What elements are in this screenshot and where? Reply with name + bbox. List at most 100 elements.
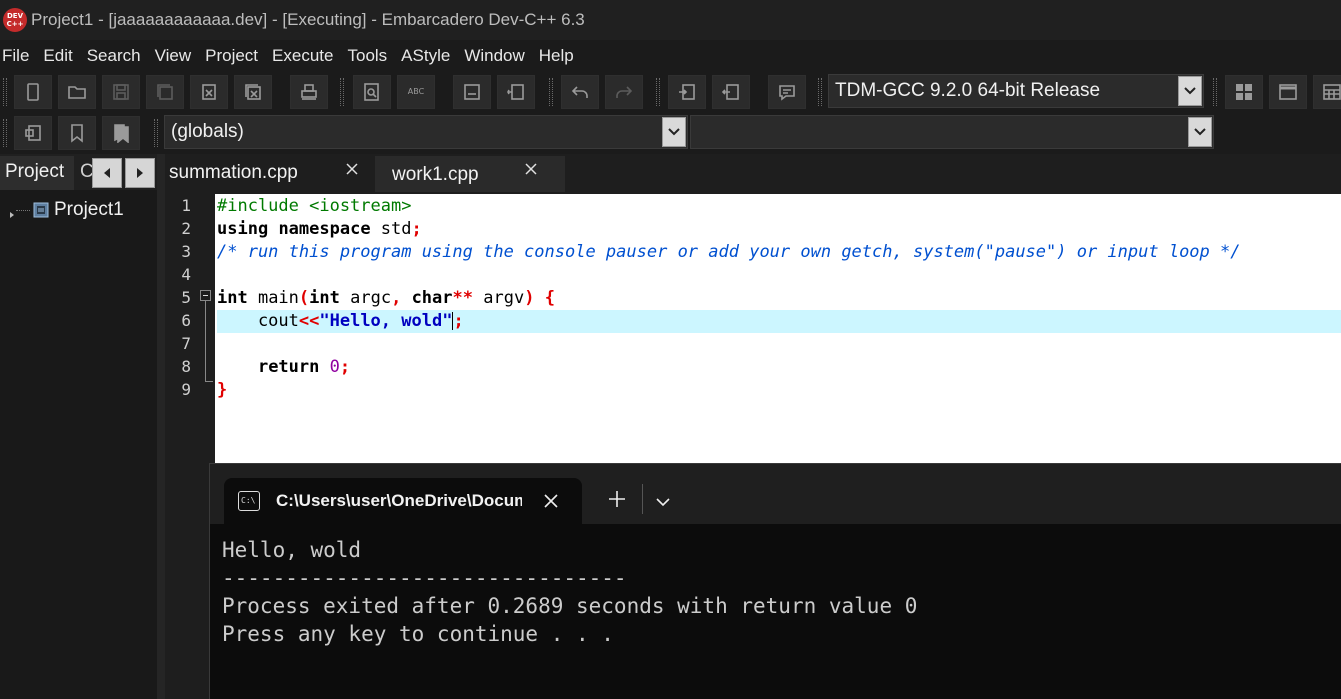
toolbar-grip[interactable] bbox=[656, 78, 660, 106]
maximize-editor-button[interactable] bbox=[1269, 75, 1307, 109]
code-line: #include <iostream> bbox=[217, 196, 412, 216]
bookmarks-icon bbox=[114, 124, 129, 143]
menu-help[interactable]: Help bbox=[539, 46, 574, 66]
tab-work1-cpp[interactable]: work1.cpp bbox=[375, 156, 565, 192]
line-number: 5 bbox=[181, 288, 191, 307]
code-line: } bbox=[217, 380, 228, 400]
close-all-button[interactable] bbox=[234, 75, 272, 109]
line-number: 6 bbox=[181, 311, 191, 330]
line-number: 8 bbox=[181, 357, 191, 376]
bookmark-icon bbox=[71, 124, 83, 143]
toolbar-grip[interactable] bbox=[1213, 78, 1217, 106]
title-bar: DEV C++ Project1 - [jaaaaaaaaaaaa.dev] -… bbox=[0, 0, 1341, 40]
layout-button[interactable] bbox=[1313, 75, 1341, 109]
line-number: 2 bbox=[181, 219, 191, 238]
fold-line-end bbox=[205, 381, 213, 382]
close-file-button[interactable] bbox=[190, 75, 228, 109]
tile-windows-button[interactable] bbox=[1225, 75, 1263, 109]
panel-splitter[interactable] bbox=[157, 154, 165, 699]
scope-select-value: (globals) bbox=[171, 121, 244, 142]
tabs-scroll-left-button[interactable] bbox=[92, 158, 122, 188]
chevron-down-icon[interactable] bbox=[662, 117, 686, 147]
save-all-icon bbox=[157, 84, 173, 100]
close-icon[interactable] bbox=[346, 162, 358, 175]
menu-view[interactable]: View bbox=[155, 46, 192, 66]
console-window: C:\ C:\Users\user\OneDrive\Documents\jaa… bbox=[209, 463, 1341, 699]
redo-button[interactable] bbox=[605, 75, 643, 109]
chevron-down-icon[interactable] bbox=[656, 494, 670, 507]
fold-toggle-icon[interactable] bbox=[200, 290, 211, 301]
find-button[interactable] bbox=[353, 75, 391, 109]
chevron-left-icon bbox=[104, 168, 110, 178]
project-icon bbox=[33, 202, 49, 218]
print-icon bbox=[301, 84, 317, 100]
tabs-scroll-right-button[interactable] bbox=[125, 158, 155, 188]
folder-icon bbox=[68, 86, 86, 99]
tree-connector bbox=[16, 209, 30, 211]
scope-select[interactable]: (globals) bbox=[164, 115, 688, 149]
spellcheck-button[interactable]: ABC bbox=[397, 75, 435, 109]
indent-button[interactable] bbox=[668, 75, 706, 109]
member-select[interactable] bbox=[690, 115, 1214, 149]
console-line: Hello, wold bbox=[222, 538, 362, 562]
toggle-bookmark-button[interactable] bbox=[58, 116, 96, 150]
open-file-button[interactable] bbox=[58, 75, 96, 109]
menu-search[interactable]: Search bbox=[87, 46, 141, 66]
menu-tools[interactable]: Tools bbox=[347, 46, 387, 66]
undo-button[interactable] bbox=[561, 75, 599, 109]
toolbar-grip[interactable] bbox=[3, 78, 7, 106]
save-all-button[interactable] bbox=[146, 75, 184, 109]
toolbar-grip[interactable] bbox=[818, 78, 822, 106]
close-icon[interactable] bbox=[525, 162, 537, 175]
chevron-down-icon[interactable] bbox=[1178, 76, 1202, 106]
line-number-gutter: 1 2 3 4 5 6 7 8 9 bbox=[165, 194, 215, 699]
goto-button[interactable] bbox=[14, 116, 52, 150]
menu-execute[interactable]: Execute bbox=[272, 46, 333, 66]
menu-window[interactable]: Window bbox=[464, 46, 524, 66]
console-titlebar: C:\ C:\Users\user\OneDrive\Documents\jaa… bbox=[210, 464, 1341, 524]
save-button[interactable] bbox=[102, 75, 140, 109]
compiler-select[interactable]: TDM-GCC 9.2.0 64-bit Release bbox=[828, 74, 1204, 108]
goto-bookmark-button[interactable] bbox=[102, 116, 140, 150]
console-output[interactable]: Hello, wold ----------------------------… bbox=[222, 536, 1332, 648]
console-line: Process exited after 0.2689 seconds with… bbox=[222, 594, 918, 618]
line-number: 7 bbox=[181, 334, 191, 353]
expand-arrow-icon[interactable] bbox=[9, 206, 15, 218]
close-file-icon bbox=[202, 84, 216, 100]
line-number: 3 bbox=[181, 242, 191, 261]
console-tab[interactable]: C:\ C:\Users\user\OneDrive\Documents\jaa… bbox=[224, 478, 582, 524]
chevron-down-icon[interactable] bbox=[1188, 117, 1212, 147]
toolbar-grip[interactable] bbox=[340, 78, 344, 106]
print-button[interactable] bbox=[290, 75, 328, 109]
tree-node-project1[interactable]: Project1 bbox=[0, 194, 157, 226]
tab-summation-cpp[interactable]: summation.cpp bbox=[165, 156, 365, 192]
devcpp-logo-icon: DEV C++ bbox=[3, 8, 27, 32]
line-number: 1 bbox=[181, 196, 191, 215]
menu-project[interactable]: Project bbox=[205, 46, 258, 66]
tab-project[interactable]: Project bbox=[0, 156, 74, 190]
tree-node-label: Project1 bbox=[54, 199, 124, 220]
line-number: 9 bbox=[181, 380, 191, 399]
plus-icon[interactable] bbox=[608, 490, 628, 510]
unindent-button[interactable] bbox=[712, 75, 750, 109]
toggle-panel-button[interactable] bbox=[497, 75, 535, 109]
toolbar-grip[interactable] bbox=[154, 119, 158, 147]
toggle-comment-button[interactable] bbox=[768, 75, 806, 109]
menu-astyle[interactable]: AStyle bbox=[401, 46, 450, 66]
compiler-select-value: TDM-GCC 9.2.0 64-bit Release bbox=[835, 80, 1101, 101]
comment-icon bbox=[464, 84, 480, 100]
spellcheck-icon: ABC bbox=[407, 87, 425, 96]
terminal-icon: C:\ bbox=[238, 491, 260, 511]
close-icon[interactable] bbox=[544, 494, 558, 508]
menu-file[interactable]: File bbox=[2, 46, 29, 66]
undo-icon bbox=[571, 86, 588, 98]
panel-icon bbox=[507, 84, 524, 100]
toolbar-grip[interactable] bbox=[549, 78, 553, 106]
goto-icon bbox=[25, 125, 41, 141]
comment-button[interactable] bbox=[453, 75, 491, 109]
new-file-button[interactable] bbox=[14, 75, 52, 109]
table-icon bbox=[1323, 84, 1341, 100]
menu-edit[interactable]: Edit bbox=[43, 46, 72, 66]
toolbar-grip[interactable] bbox=[3, 119, 7, 147]
